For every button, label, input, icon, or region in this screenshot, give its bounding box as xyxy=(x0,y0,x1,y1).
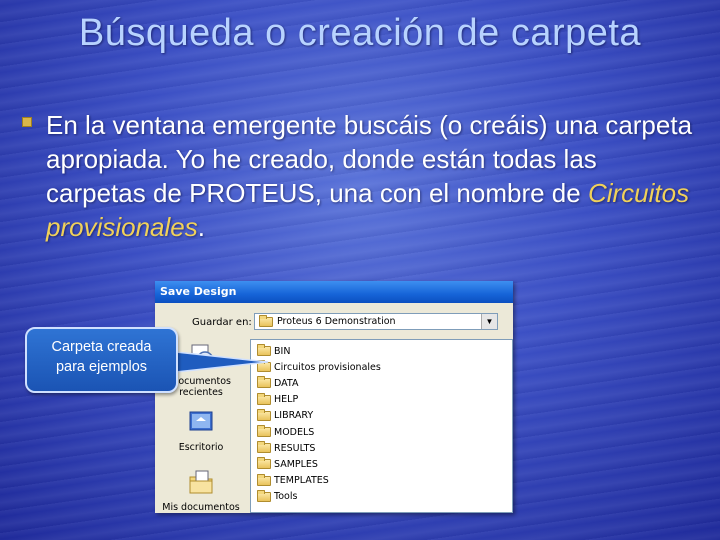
slide-title: Búsqueda o creación de carpeta xyxy=(78,12,642,54)
callout-bubble: Carpeta creada para ejemplos xyxy=(25,327,178,393)
folder-icon xyxy=(259,314,273,327)
folder-name: Tools xyxy=(274,491,298,503)
folder-icon xyxy=(257,441,271,454)
folder-icon xyxy=(257,425,271,438)
place-label: Mis documentos xyxy=(162,502,240,513)
folder-icon xyxy=(257,392,271,405)
folder-item[interactable]: HELP xyxy=(251,392,512,408)
folder-item[interactable]: LIBRARY xyxy=(251,408,512,424)
folder-item[interactable]: BIN xyxy=(251,343,512,359)
folder-icon xyxy=(257,408,271,421)
folder-item[interactable]: Circuitos provisionales xyxy=(251,359,512,375)
place-my-documents[interactable]: Mis documentos xyxy=(155,467,247,513)
place-label: Escritorio xyxy=(178,442,224,453)
desktop-icon xyxy=(189,411,213,431)
folder-icon xyxy=(257,457,271,470)
folder-item[interactable]: Tools xyxy=(251,489,512,505)
bullet-point: En la ventana emergente buscáis (o creái… xyxy=(22,108,702,244)
dialog-title: Save Design xyxy=(155,281,513,303)
folder-name: LIBRARY xyxy=(274,410,314,422)
folder-item[interactable]: DATA xyxy=(251,375,512,391)
callout-line: Carpeta creada xyxy=(51,339,152,355)
folder-name: RESULTS xyxy=(274,442,316,454)
place-desktop[interactable]: Escritorio xyxy=(155,407,247,453)
folder-item[interactable]: TEMPLATES xyxy=(251,473,512,489)
my-documents-icon xyxy=(189,470,213,494)
folder-item[interactable]: RESULTS xyxy=(251,440,512,456)
save-in-label: Guardar en: xyxy=(192,317,252,328)
folder-name: HELP xyxy=(274,394,299,406)
folder-icon xyxy=(257,344,271,357)
folder-icon xyxy=(257,360,271,373)
folder-name: SAMPLES xyxy=(274,458,318,470)
folder-icon xyxy=(257,473,271,486)
bullet-text: En la ventana emergente buscáis (o creái… xyxy=(46,108,702,244)
folder-name: BIN xyxy=(274,345,291,357)
chevron-down-icon[interactable]: ▼ xyxy=(481,314,497,329)
recent-documents-icon xyxy=(191,344,214,369)
bullet-marker xyxy=(22,108,46,244)
folder-item[interactable]: SAMPLES xyxy=(251,456,512,472)
folder-name: DATA xyxy=(274,377,299,389)
save-in-dropdown[interactable]: Proteus 6 Demonstration ▼ xyxy=(254,313,498,330)
bullet-text-end: . xyxy=(197,212,205,242)
folder-list: BIN Circuitos provisionales DATA HELP LI… xyxy=(250,339,513,513)
save-design-dialog: Save Design Guardar en: Proteus 6 Demons… xyxy=(155,281,513,513)
folder-icon xyxy=(257,489,271,502)
save-in-value: Proteus 6 Demonstration xyxy=(277,316,396,327)
callout-line: para ejemplos xyxy=(55,359,148,375)
folder-name: TEMPLATES xyxy=(274,475,329,487)
folder-icon xyxy=(257,376,271,389)
folder-name: Circuitos provisionales xyxy=(274,361,381,373)
folder-name: MODELS xyxy=(274,426,315,438)
folder-item[interactable]: MODELS xyxy=(251,424,512,440)
